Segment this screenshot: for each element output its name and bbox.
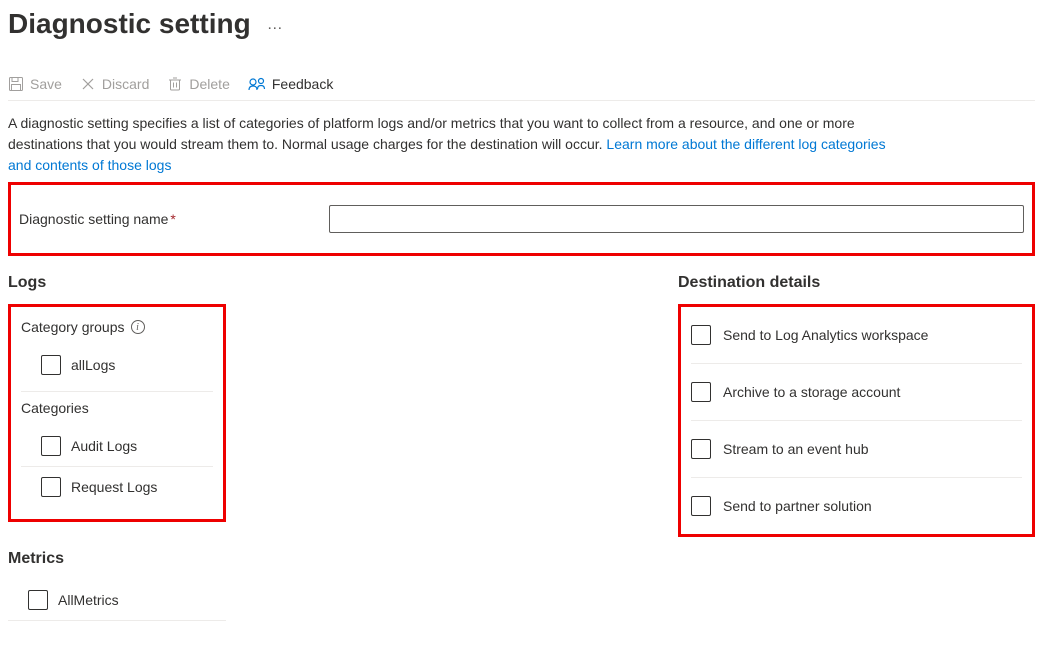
alllogs-checkbox[interactable]: [41, 355, 61, 375]
audit-logs-checkbox[interactable]: [41, 436, 61, 456]
logs-section-title: Logs: [8, 274, 648, 292]
alllogs-label[interactable]: allLogs: [71, 357, 115, 373]
save-button[interactable]: Save: [8, 74, 62, 94]
discard-icon: [80, 76, 96, 92]
request-logs-row: Request Logs: [21, 467, 213, 507]
command-bar: Save Discard Delete: [8, 68, 1035, 101]
request-logs-label[interactable]: Request Logs: [71, 479, 157, 495]
discard-label: Discard: [102, 76, 149, 92]
save-label: Save: [30, 76, 62, 92]
dest-eventhub-checkbox[interactable]: [691, 439, 711, 459]
metrics-section-title: Metrics: [8, 550, 648, 568]
destination-box: Send to Log Analytics workspace Archive …: [678, 304, 1035, 537]
allmetrics-label[interactable]: AllMetrics: [58, 592, 119, 608]
categories-title: Categories: [21, 400, 213, 416]
divider: [21, 391, 213, 392]
destination-section-title: Destination details: [678, 274, 1035, 292]
diagnostic-name-label: Diagnostic setting name*: [19, 211, 329, 227]
info-icon[interactable]: i: [131, 320, 145, 334]
allmetrics-row: AllMetrics: [8, 580, 226, 621]
more-menu-icon[interactable]: …: [267, 16, 285, 34]
dest-eventhub-label[interactable]: Stream to an event hub: [723, 441, 869, 457]
required-indicator: *: [170, 211, 175, 227]
dest-partner-label[interactable]: Send to partner solution: [723, 498, 872, 514]
audit-logs-row: Audit Logs: [21, 426, 213, 467]
dest-log-analytics-row: Send to Log Analytics workspace: [691, 315, 1022, 364]
feedback-button[interactable]: Feedback: [248, 74, 333, 94]
category-groups-title: Category groups i: [21, 319, 213, 335]
dest-log-analytics-label[interactable]: Send to Log Analytics workspace: [723, 327, 928, 343]
feedback-label: Feedback: [272, 76, 333, 92]
logs-box: Category groups i allLogs Categories Aud…: [8, 304, 226, 522]
dest-partner-row: Send to partner solution: [691, 478, 1022, 526]
dest-eventhub-row: Stream to an event hub: [691, 421, 1022, 478]
dest-storage-label[interactable]: Archive to a storage account: [723, 384, 900, 400]
diagnostic-name-row: Diagnostic setting name*: [8, 182, 1035, 256]
page-header: Diagnostic setting …: [8, 8, 1035, 40]
delete-icon: [167, 76, 183, 92]
dest-partner-checkbox[interactable]: [691, 496, 711, 516]
alllogs-row: allLogs: [21, 345, 213, 385]
delete-label: Delete: [189, 76, 229, 92]
save-icon: [8, 76, 24, 92]
dest-storage-row: Archive to a storage account: [691, 364, 1022, 421]
request-logs-checkbox[interactable]: [41, 477, 61, 497]
page-title: Diagnostic setting: [8, 8, 251, 40]
dest-log-analytics-checkbox[interactable]: [691, 325, 711, 345]
description-text: A diagnostic setting specifies a list of…: [8, 113, 888, 176]
discard-button[interactable]: Discard: [80, 74, 149, 94]
feedback-icon: [248, 76, 266, 92]
allmetrics-checkbox[interactable]: [28, 590, 48, 610]
diagnostic-name-input[interactable]: [329, 205, 1024, 233]
dest-storage-checkbox[interactable]: [691, 382, 711, 402]
audit-logs-label[interactable]: Audit Logs: [71, 438, 137, 454]
delete-button[interactable]: Delete: [167, 74, 229, 94]
